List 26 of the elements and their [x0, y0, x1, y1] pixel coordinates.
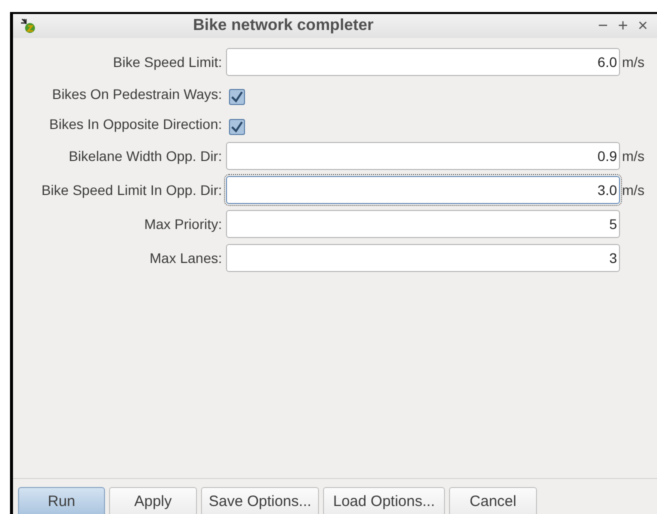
number-field[interactable]: 6.0	[226, 48, 620, 76]
number-field[interactable]: 3.0	[226, 176, 620, 204]
field-label: Max Lanes:	[148, 248, 223, 268]
field-label: Max Priority:	[143, 214, 223, 234]
field-label: Bikes In Opposite Direction:	[48, 114, 223, 134]
number-field[interactable]: 0.9	[226, 142, 620, 170]
number-field[interactable]: 3	[226, 244, 620, 272]
dialog-button[interactable]: Cancel	[449, 487, 537, 514]
dialog-button[interactable]: Load Options...	[323, 487, 445, 514]
field-label: Bikelane Width Opp. Dir:	[68, 146, 223, 166]
field-label: Bikes On Pedestrain Ways:	[51, 84, 223, 104]
maximize-button[interactable]: +	[618, 13, 628, 39]
dialog-button[interactable]: Save Options...	[201, 487, 319, 514]
checkbox[interactable]	[229, 119, 245, 135]
unit-label: m/s	[622, 52, 645, 72]
field-label: Bike Speed Limit In Opp. Dir:	[40, 180, 223, 200]
minimize-button[interactable]: −	[598, 13, 608, 39]
dialog-button[interactable]: Apply	[109, 487, 197, 514]
field-label: Bike Speed Limit:	[112, 52, 223, 72]
checkbox[interactable]	[229, 89, 245, 105]
close-button[interactable]: ×	[638, 13, 648, 39]
number-field[interactable]: 5	[226, 210, 620, 238]
unit-label: m/s	[622, 146, 645, 166]
unit-label: m/s	[622, 180, 645, 200]
dialog-button[interactable]: Run	[18, 487, 105, 514]
window-title: Bike network completer	[193, 16, 374, 36]
